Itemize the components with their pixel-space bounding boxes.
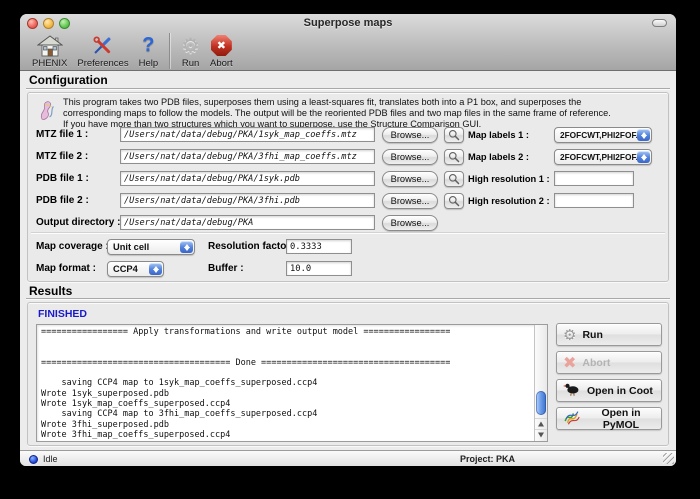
mtz-file-1-input[interactable] [120,127,375,142]
pdb-file-1-browse-button[interactable]: Browse... [382,171,438,187]
gear-icon: ⚙ [563,326,576,344]
pdb-file-1-input[interactable] [120,171,375,186]
question-mark-icon: ? [142,34,154,57]
popup-stepper-icon [180,241,193,253]
scroll-down-button[interactable] [535,429,547,440]
status-text: Idle [43,451,58,467]
pdb-file-2-browse-button[interactable]: Browse... [382,193,438,209]
desktop-background: Superpose maps PHEN [0,0,700,499]
map-labels-2-popup[interactable]: 2FOFCWT,PHI2FOF... [554,149,652,165]
toolbar-help-label: Help [139,58,159,69]
window-title: Superpose maps [20,14,676,32]
toolbar-separator [169,33,170,69]
mtz-file-2-browse-button[interactable]: Browse... [382,149,438,165]
toolbar-abort-label: Abort [210,58,233,69]
status-badge: FINISHED [38,308,87,320]
mtz-file-2-inspect-button[interactable] [444,149,464,165]
coot-bird-icon [563,382,581,399]
resize-grip[interactable] [663,453,674,464]
buffer-input[interactable] [286,261,352,276]
abort-button[interactable]: ✖ Abort [556,351,662,374]
output-directory-input[interactable] [120,215,375,230]
magnifier-icon [448,173,460,185]
resolution-factor-label: Resolution factor : [208,239,296,255]
popup-stepper-icon [637,151,650,163]
output-directory-browse-button[interactable]: Browse... [382,215,438,231]
pymol-ribbon-icon [563,409,581,428]
configuration-panel: This program takes two PDB files, superp… [27,92,669,282]
console-text: ================= Apply transformations … [41,327,531,440]
toolbar-run-label: Run [182,58,199,69]
superpose-maps-window: Superpose maps PHEN [20,14,676,466]
toolbar-phenix-button[interactable]: PHENIX [27,34,72,69]
toolbar-toggle-button[interactable] [652,19,667,27]
results-panel: FINISHED ================= Apply transfo… [27,302,669,446]
mtz-file-2-input[interactable] [120,149,375,164]
toolbar-preferences-label: Preferences [77,58,128,69]
open-in-coot-button[interactable]: Open in Coot [556,379,662,402]
scrollbar-thumb[interactable] [536,391,546,415]
window-header: Superpose maps PHEN [20,14,676,71]
pdb-file-2-inspect-button[interactable] [444,193,464,209]
configuration-divider [26,88,670,89]
high-resolution-1-label: High resolution 1 : [468,171,568,187]
console-scrollbar[interactable] [534,325,547,441]
results-header: Results [29,284,72,298]
toolbar-run-button[interactable]: ⚙ Run [176,34,205,69]
program-ribbon-icon [37,98,57,127]
project-label: Project: PKA [460,451,515,467]
popup-stepper-icon [637,129,650,141]
configuration-header: Configuration [29,73,108,87]
open-in-pymol-button[interactable]: Open in PyMOL [556,407,662,430]
map-labels-1-label: Map labels 1 : [468,127,568,143]
resolution-factor-input[interactable] [286,239,352,254]
results-divider [26,298,670,299]
tools-icon [91,34,114,57]
pdb-file-2-input[interactable] [120,193,375,208]
magnifier-icon [448,151,460,163]
high-resolution-1-input[interactable] [554,171,634,186]
map-labels-1-popup[interactable]: 2FOFCWT,PHI2FOF... [554,127,652,143]
high-resolution-2-label: High resolution 2 : [468,193,568,209]
toolbar-phenix-label: PHENIX [32,58,67,69]
map-coverage-popup[interactable]: Unit cell [107,239,195,255]
buffer-label: Buffer : [208,261,244,277]
toolbar-abort-button[interactable]: ✖ Abort [205,34,238,69]
magnifier-icon [448,129,460,141]
mtz-file-1-browse-button[interactable]: Browse... [382,127,438,143]
toolbar-preferences-button[interactable]: Preferences [72,34,133,69]
console-output[interactable]: ================= Apply transformations … [36,324,548,442]
status-indicator-icon [29,455,38,464]
gear-icon: ⚙ [181,34,200,57]
popup-stepper-icon [149,263,162,275]
pdb-file-1-inspect-button[interactable] [444,171,464,187]
map-format-label: Map format : [36,261,96,277]
scroll-up-button[interactable] [535,418,547,429]
stop-x-icon: ✖ [211,34,232,57]
toolbar-help-button[interactable]: ? Help [134,34,164,69]
map-format-popup[interactable]: CCP4 [107,261,164,277]
titlebar[interactable]: Superpose maps [20,14,676,32]
options-divider [31,232,665,233]
mtz-file-1-inspect-button[interactable] [444,127,464,143]
phenix-home-icon [37,34,63,57]
map-coverage-label: Map coverage : [36,239,109,255]
high-resolution-2-input[interactable] [554,193,634,208]
magnifier-icon [448,195,460,207]
abort-x-icon: ✖ [563,355,576,371]
map-labels-2-label: Map labels 2 : [468,149,568,165]
run-button[interactable]: ⚙ Run [556,323,662,346]
toolbar: PHENIX [20,32,676,71]
status-bar: Idle Project: PKA [20,450,676,466]
program-description: This program takes two PDB files, superp… [63,97,611,131]
